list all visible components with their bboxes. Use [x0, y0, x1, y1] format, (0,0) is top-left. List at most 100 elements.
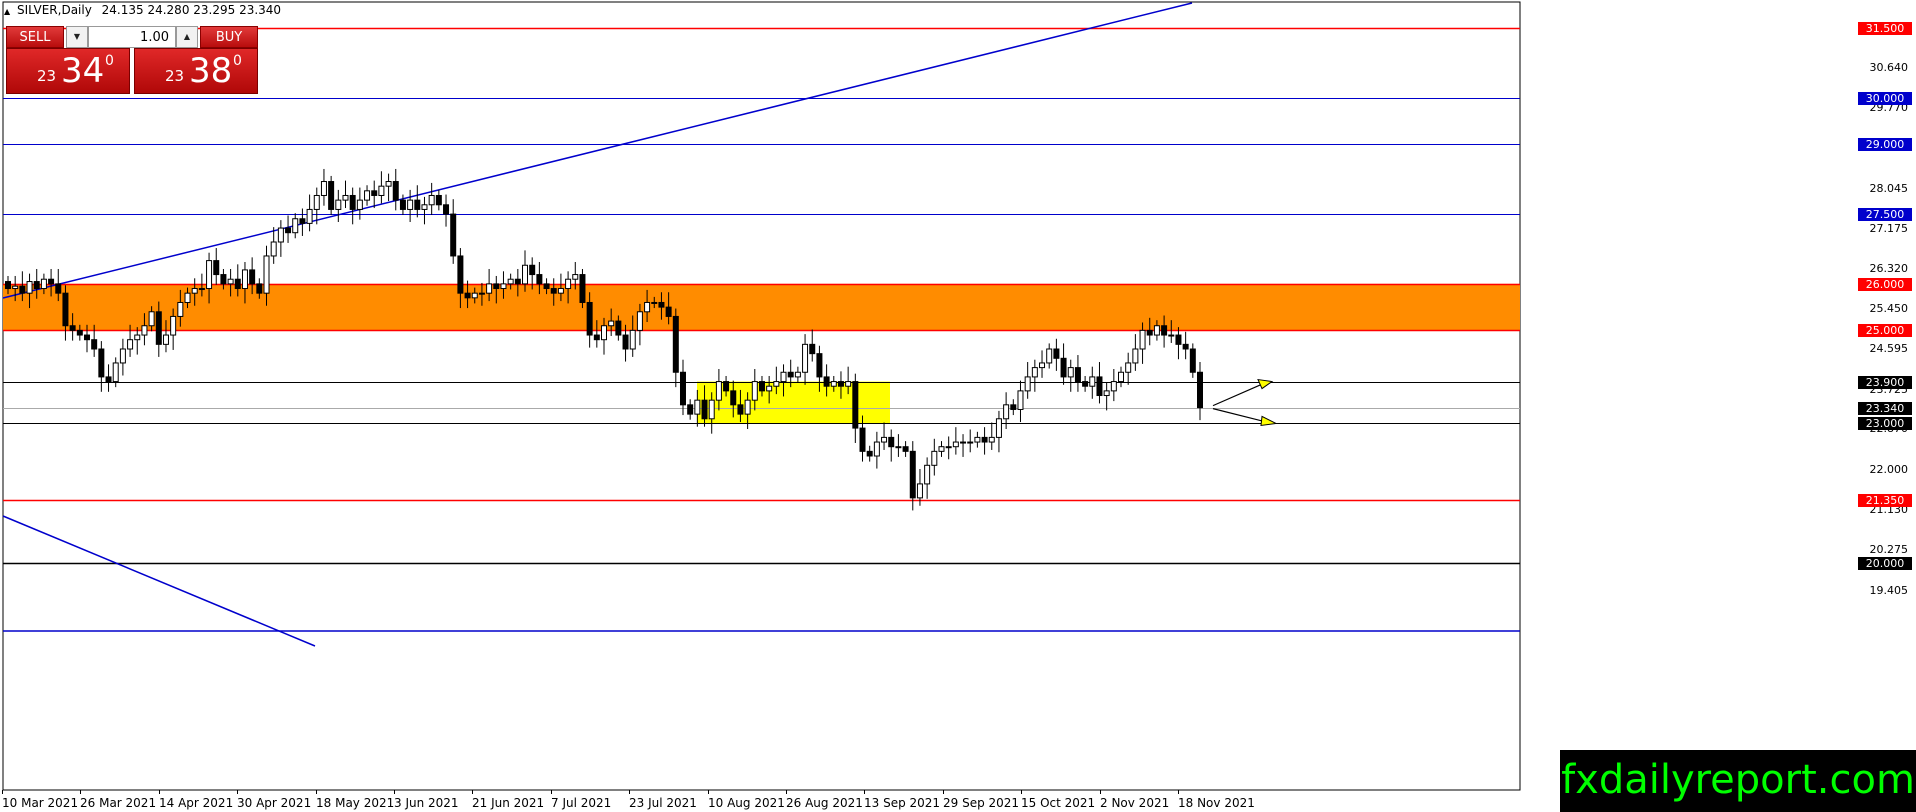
date-tick-label: 26 Mar 2021 [80, 796, 157, 810]
candle-bearish [687, 404, 694, 415]
candle-bearish [622, 334, 629, 350]
candle-bearish [730, 390, 737, 406]
candle-bullish [263, 255, 270, 294]
candle-bullish [342, 194, 349, 201]
price-tick-label: 20.275 [1869, 543, 1909, 557]
price-tick-label: 25.450 [1869, 302, 1909, 316]
buy-price-main: 38 [189, 51, 233, 91]
lot-size-input[interactable] [88, 26, 176, 48]
candle-bearish [1175, 334, 1182, 345]
candle-bullish [112, 362, 119, 383]
sell-button[interactable]: SELL [6, 26, 64, 48]
level-label-30.000: 30.000 [1858, 91, 1912, 105]
candle-bullish [751, 381, 758, 401]
triangle-icon: ▲ [4, 7, 11, 16]
candle-bullish [127, 339, 134, 350]
lot-decrease-button[interactable]: ▼ [66, 26, 88, 48]
candle-bullish [794, 371, 801, 378]
bullish-projection-arrow [1212, 381, 1269, 407]
chevron-up-icon: ▲ [183, 32, 191, 41]
candle-bearish [392, 181, 399, 201]
candle-bullish [1125, 362, 1132, 373]
candle-bearish [435, 194, 442, 206]
buy-price-prefix: 23 [165, 67, 185, 85]
candle-bullish [881, 436, 888, 443]
candle-bullish [428, 194, 435, 206]
candle-bearish [837, 381, 844, 387]
candle-bearish [450, 213, 457, 257]
candle-bearish [816, 353, 823, 378]
sell-price-main: 34 [61, 51, 105, 91]
candle-bearish [91, 339, 98, 350]
candle-bearish [701, 399, 708, 420]
candle-bullish [931, 450, 938, 466]
candle-bearish [672, 315, 679, 373]
candle-bullish [601, 325, 607, 341]
date-tick-label: 30 Apr 2021 [237, 796, 312, 810]
sell-price-display[interactable]: 23 34 0 [6, 48, 130, 94]
candle-bearish [1146, 329, 1153, 336]
candle-bullish [565, 278, 572, 290]
buy-price-display[interactable]: 23 38 0 [134, 48, 258, 94]
candle-bearish [758, 381, 765, 392]
candle-bullish [177, 301, 184, 317]
candle-bullish [557, 288, 564, 294]
candle-bullish [270, 241, 277, 257]
candle-bearish [5, 281, 11, 290]
candle-bearish [234, 278, 241, 290]
candle-bearish [328, 181, 335, 210]
lot-increase-button[interactable]: ▲ [176, 26, 198, 48]
candle-bullish [1046, 348, 1053, 364]
candle-bearish [615, 320, 622, 336]
candle-bullish [995, 418, 1002, 438]
candle-bullish [119, 348, 126, 364]
level-label-31.500: 31.500 [1858, 22, 1912, 35]
candle-bearish [823, 376, 830, 387]
candle-bullish [407, 199, 414, 210]
candle-bullish [651, 301, 658, 304]
candle-bullish [356, 199, 363, 210]
buy-button[interactable]: BUY [200, 26, 258, 48]
candle-bearish [593, 334, 600, 341]
date-tick-label: 14 Apr 2021 [159, 796, 234, 810]
candle-bearish [98, 348, 105, 378]
sell-price-superscript: 0 [105, 53, 114, 69]
candle-bullish [694, 399, 701, 415]
candle-bearish [859, 427, 866, 452]
candle-bearish [1096, 376, 1103, 397]
candle-bullish [773, 381, 780, 387]
date-tick-label: 18 May 2021 [316, 796, 395, 810]
level-label-21.350: 21.350 [1858, 494, 1912, 508]
candle-bearish [19, 285, 26, 294]
candle-bullish [845, 381, 852, 387]
candle-bearish [249, 269, 256, 285]
date-tick-label: 10 Aug 2021 [708, 796, 785, 810]
date-tick-label: 23 Jul 2021 [629, 796, 697, 810]
symbol-name: SILVER,Daily [16, 3, 92, 17]
chart-area[interactable] [0, 0, 1916, 812]
candle-bullish [522, 264, 529, 285]
candle-bearish [213, 260, 220, 276]
candle-bearish [299, 218, 306, 224]
symbol-ohlc: 24.135 24.280 23.295 23.340 [101, 3, 282, 17]
candle-bearish [981, 436, 988, 443]
price-tick-label: 27.175 [1869, 222, 1909, 236]
candle-bullish [873, 441, 880, 457]
candle-bearish [852, 381, 859, 429]
candle-bearish [665, 306, 672, 317]
candle-bearish [414, 199, 421, 210]
candle-bearish [1197, 371, 1203, 409]
date-tick-label: 7 Jul 2021 [551, 796, 612, 810]
arrow-head-up [1257, 378, 1274, 390]
candle-bearish [256, 283, 263, 294]
candle-bearish [888, 436, 895, 448]
candle-bearish [586, 301, 593, 336]
candle-bearish [105, 376, 112, 383]
candle-bullish [421, 204, 428, 210]
candle-bearish [1189, 348, 1196, 373]
level-label-20.000: 20.000 [1858, 557, 1912, 570]
candle-bullish [924, 464, 931, 485]
price-chart[interactable] [0, 0, 1916, 812]
candle-bullish [198, 288, 205, 291]
date-tick-label: 15 Oct 2021 [1021, 796, 1096, 810]
